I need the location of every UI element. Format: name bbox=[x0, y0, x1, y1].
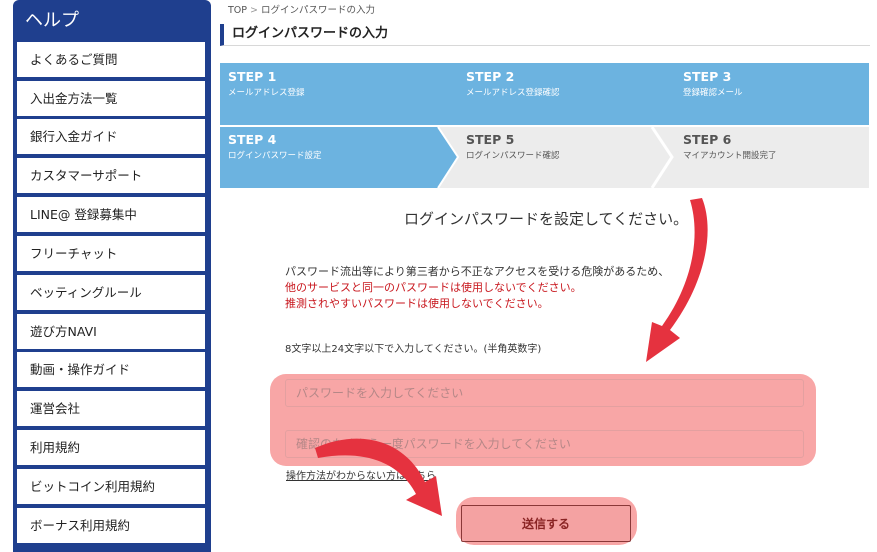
sidebar-item-betting-rules[interactable]: ベッティングルール bbox=[17, 275, 205, 310]
breadcrumb-home-link[interactable]: TOP bbox=[228, 5, 247, 16]
notice-warning-2: 推測されやすいパスワードは使用しないでください。 bbox=[285, 297, 549, 310]
step-4-label: ログインパスワード設定 bbox=[228, 151, 322, 161]
step-4: STEP 4 ログインパスワード設定 bbox=[228, 132, 322, 161]
sidebar-item-line[interactable]: LINE@ 登録募集中 bbox=[17, 197, 205, 232]
step-2-number: STEP 2 bbox=[466, 69, 515, 84]
security-notice: パスワード流出等により第三者から不正なアクセスを受ける危険があるため、 他のサー… bbox=[285, 264, 669, 312]
step-1-label: メールアドレス登録 bbox=[228, 88, 305, 98]
password-rule: 8文字以上24文字以下で入力してください。(半角英数字) bbox=[285, 344, 542, 355]
step-5-number: STEP 5 bbox=[466, 132, 515, 147]
step-4-number: STEP 4 bbox=[228, 132, 277, 147]
sidebar-item-terms[interactable]: 利用規約 bbox=[17, 430, 205, 465]
step-6-number: STEP 6 bbox=[683, 132, 732, 147]
step-6-label: マイアカウント開設完了 bbox=[683, 151, 777, 161]
step-5-label: ログインパスワード確認 bbox=[466, 151, 560, 161]
password-confirm-input[interactable] bbox=[285, 430, 804, 458]
form-heading: ログインパスワードを設定してください。 bbox=[404, 210, 689, 228]
step-3: STEP 3 登録確認メール bbox=[683, 69, 743, 98]
submit-button[interactable]: 送信する bbox=[461, 505, 631, 542]
sidebar-item-bonus-terms[interactable]: ボーナス利用規約 bbox=[17, 508, 205, 543]
step-2-label: メールアドレス登録確認 bbox=[466, 88, 560, 98]
step-3-label: 登録確認メール bbox=[683, 88, 743, 98]
notice-line-1: パスワード流出等により第三者から不正なアクセスを受ける危険があるため、 bbox=[285, 265, 670, 278]
help-sidebar: ヘルプ よくあるご質問 入出金方法一覧 銀行入金ガイド カスタマーサポート LI… bbox=[13, 0, 211, 552]
breadcrumb-separator: > bbox=[250, 5, 258, 16]
breadcrumb-current: ログインパスワードの入力 bbox=[260, 5, 375, 16]
step-5: STEP 5 ログインパスワード確認 bbox=[466, 132, 560, 161]
sidebar-item-customer-support[interactable]: カスタマーサポート bbox=[17, 158, 205, 193]
sidebar-item-free-chat[interactable]: フリーチャット bbox=[17, 236, 205, 271]
step-6: STEP 6 マイアカウント開設完了 bbox=[683, 132, 777, 161]
notice-warning-1: 他のサービスと同一のパスワードは使用しないでください。 bbox=[285, 281, 582, 294]
help-link[interactable]: 操作方法がわからない方はこちら bbox=[286, 467, 436, 482]
breadcrumb: TOP > ログインパスワードの入力 bbox=[228, 2, 375, 16]
registration-steps: STEP 1 メールアドレス登録 STEP 2 メールアドレス登録確認 STEP… bbox=[220, 63, 869, 188]
sidebar-item-bitcoin-terms[interactable]: ビットコイン利用規約 bbox=[17, 469, 205, 504]
sidebar-item-bank-deposit-guide[interactable]: 銀行入金ガイド bbox=[17, 119, 205, 154]
password-input[interactable] bbox=[285, 379, 804, 407]
step-1-number: STEP 1 bbox=[228, 69, 277, 84]
sidebar-item-video-guide[interactable]: 動画・操作ガイド bbox=[17, 352, 205, 387]
page-title: ログインパスワードの入力 bbox=[220, 24, 870, 46]
step-3-number: STEP 3 bbox=[683, 69, 732, 84]
sidebar-title: ヘルプ bbox=[25, 10, 79, 31]
step-1: STEP 1 メールアドレス登録 bbox=[228, 69, 305, 98]
sidebar-item-how-to-play[interactable]: 遊び方NAVI bbox=[17, 314, 205, 349]
sidebar-item-company[interactable]: 運営会社 bbox=[17, 391, 205, 426]
sidebar-item-deposit-withdrawal[interactable]: 入出金方法一覧 bbox=[17, 81, 205, 116]
step-2: STEP 2 メールアドレス登録確認 bbox=[466, 69, 560, 98]
sidebar-item-faq[interactable]: よくあるご質問 bbox=[17, 42, 205, 77]
